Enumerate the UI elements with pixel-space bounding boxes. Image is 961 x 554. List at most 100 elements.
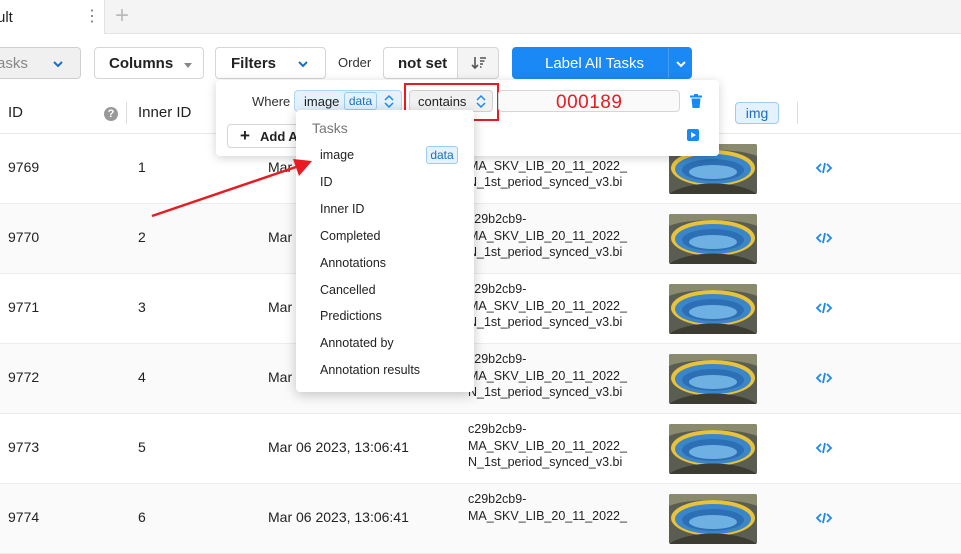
trash-icon[interactable]	[690, 94, 702, 108]
column-header-inner-id[interactable]: Inner ID	[138, 104, 191, 121]
tasks-button[interactable]: asks	[0, 47, 81, 79]
dropdown-item-label: Completed	[320, 228, 381, 243]
image-thumbnail[interactable]	[669, 284, 757, 334]
order-value: not set	[398, 55, 448, 72]
file-name-line: c29b2cb9-	[468, 212, 527, 226]
file-name-line: N_1st_period_synced_v3.bi	[468, 385, 623, 399]
code-icon[interactable]	[816, 371, 832, 385]
columns-label: Columns	[109, 55, 174, 72]
chevron-down-icon[interactable]	[676, 59, 686, 69]
label-all-tasks-button[interactable]: Label All Tasks	[512, 47, 692, 79]
dropdown-item[interactable]: Cancelled	[296, 277, 474, 303]
cell-inner-id: 1	[138, 159, 146, 175]
sort-icon	[471, 57, 486, 70]
image-thumbnail[interactable]	[669, 214, 757, 264]
updown-icon	[384, 94, 394, 109]
dropdown-item-label: image	[320, 148, 355, 162]
tasks-label: asks	[0, 55, 28, 72]
image-thumbnail[interactable]	[669, 424, 757, 474]
table-row[interactable]: 9773 5 Mar 06 2023, 13:06:41 c29b2cb9- MA_SK…	[0, 414, 961, 484]
cell-completed-date: Mar 06 2023, 13:06:41	[268, 439, 409, 455]
dropdown-item-label: Cancelled	[320, 282, 376, 297]
code-icon[interactable]	[816, 231, 832, 245]
column-header-image-chip[interactable]: img	[735, 102, 779, 124]
play-icon[interactable]	[687, 129, 699, 141]
dropdown-item[interactable]: Annotated by	[296, 330, 474, 356]
filter-field-value: image	[304, 94, 340, 109]
where-label: Where	[252, 94, 291, 109]
cell-inner-id: 2	[138, 229, 146, 245]
table-row[interactable]: 9771 3 Mar c29b2cb9- MA_SKV_LIB_20_11_2022_ N…	[0, 274, 961, 344]
filter-value-text: 000189	[556, 92, 623, 113]
caret-down-icon	[184, 63, 192, 68]
cell-completed-date: Mar	[268, 229, 293, 245]
dropdown-item-label: ID	[320, 174, 333, 189]
cell-id: 9771	[8, 299, 40, 315]
cell-inner-id: 3	[138, 299, 146, 315]
file-name-line: MA_SKV_LIB_20_11_2022_	[468, 368, 627, 383]
dropdown-item-label: Annotation results	[320, 363, 421, 378]
file-name-line: MA_SKV_LIB_20_11_2022_	[468, 438, 627, 453]
dropdown-item[interactable]: ID	[296, 169, 474, 195]
data-chip: data	[344, 92, 377, 110]
table-row[interactable]: 9772 4 Mar c29b2cb9- MA_SKV_LIB_20_11_2022_ N…	[0, 344, 961, 414]
column-divider[interactable]	[126, 102, 127, 124]
tab-menu-icon[interactable]: ⋮	[84, 6, 100, 26]
file-name-line: MA_SKV_LIB_20_11_2022_	[468, 228, 627, 243]
dropdown-item[interactable]: Annotation results	[296, 357, 474, 383]
cell-id: 9774	[8, 509, 40, 525]
column-header-id[interactable]: ID	[8, 104, 23, 121]
filters-label: Filters	[231, 55, 277, 72]
help-icon[interactable]: ?	[104, 107, 118, 121]
file-name-line: MA_SKV_LIB_20_11_2022_	[468, 298, 627, 313]
cell-file-name: c29b2cb9- MA_SKV_LIB_20_11_2022_ N_1st_per…	[468, 211, 643, 261]
dropdown-item[interactable]: Predictions	[296, 303, 474, 329]
file-name-line: MA_SKV_LIB_20_11_2022_	[468, 158, 627, 173]
button-split-divider	[668, 48, 669, 78]
code-icon[interactable]	[816, 511, 832, 525]
label-all-tasks-label: Label All Tasks	[545, 55, 644, 72]
sort-direction-button[interactable]	[457, 47, 499, 79]
dropdown-item-label: Annotated by	[320, 336, 394, 351]
code-icon[interactable]	[816, 161, 832, 175]
dropdown-item[interactable]: Annotations	[296, 250, 474, 276]
cell-id: 9772	[8, 369, 40, 385]
add-filter-button[interactable]: + Add Ar	[227, 124, 302, 148]
image-thumbnail[interactable]	[669, 354, 757, 404]
code-icon[interactable]	[816, 441, 832, 455]
tab-bar: ult ⋮ +	[0, 0, 961, 34]
order-label: Order	[338, 55, 372, 70]
column-divider[interactable]	[797, 102, 798, 124]
cell-inner-id: 5	[138, 439, 146, 455]
filters-button[interactable]: Filters	[215, 47, 326, 79]
add-tab-icon[interactable]: +	[115, 2, 129, 30]
dropdown-item[interactable]: Inner ID	[296, 196, 474, 222]
file-name-line: N_1st_period_synced_v3.bi	[468, 175, 623, 189]
chevron-down-icon	[298, 61, 308, 68]
image-thumbnail[interactable]	[669, 494, 757, 544]
dropdown-item-label: Predictions	[320, 309, 382, 324]
cell-completed-date: Mar	[268, 159, 293, 175]
data-chip: data	[426, 146, 458, 164]
dropdown-item[interactable]: Completed	[296, 223, 474, 249]
cell-id: 9770	[8, 229, 40, 245]
file-name-line: c29b2cb9-	[468, 492, 527, 506]
tab-label: ult	[0, 9, 13, 26]
cell-inner-id: 6	[138, 509, 146, 525]
columns-button[interactable]: Columns	[94, 47, 204, 79]
file-name-line: N_1st_period_synced_v3.bi	[468, 315, 623, 329]
dropdown-group-title: Tasks	[312, 120, 348, 136]
tab-default[interactable]: ult ⋮	[0, 0, 105, 34]
cell-file-name: c29b2cb9- MA_SKV_LIB_20_11_2022_ N_1st_per…	[468, 421, 643, 471]
dropdown-item[interactable]: image data	[296, 142, 474, 168]
code-icon[interactable]	[816, 301, 832, 315]
filter-value-input[interactable]: 000189	[498, 90, 680, 113]
filter-field-select[interactable]: image data	[294, 90, 402, 112]
table-row[interactable]: 9770 2 Mar c29b2cb9- MA_SKV_LIB_20_11_2022_ N…	[0, 204, 961, 274]
chevron-down-icon	[53, 61, 63, 68]
order-select[interactable]: not set	[383, 47, 458, 79]
table-row[interactable]: 9774 6 Mar 06 2023, 13:06:41 c29b2cb9- MA_SK…	[0, 484, 961, 554]
file-name-line: N_1st_period_synced_v3.bi	[468, 455, 623, 469]
cell-file-name: c29b2cb9- MA_SKV_LIB_20_11_2022_	[468, 491, 643, 524]
dropdown-item-label: Annotations	[320, 255, 387, 270]
